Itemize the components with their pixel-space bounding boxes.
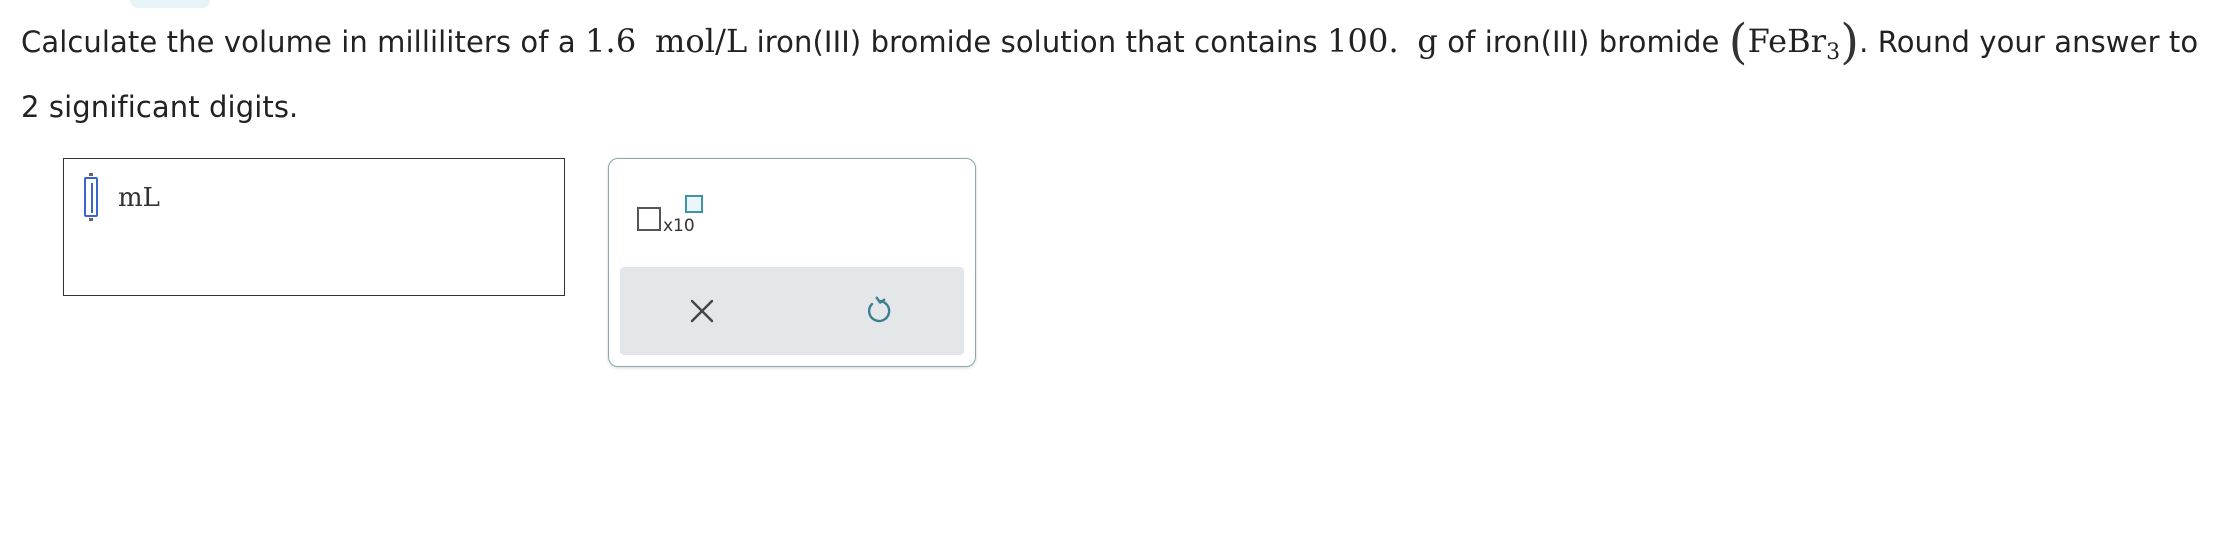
base-box-icon [637,207,661,231]
answer-input-box[interactable]: mL [63,158,565,296]
undo-icon [867,296,891,323]
top-tab-indicator [130,0,210,8]
question-text: Calculate the volume in milliliters of a… [21,14,2211,134]
close-icon [690,299,714,323]
answer-unit-label: mL [118,183,160,213]
question-part: Calculate the volume in milliliters of a [21,25,586,59]
scientific-notation-button[interactable]: x10 [637,195,707,245]
action-bar [620,267,964,355]
paren-close: ) [1840,14,1860,70]
answer-input-slot[interactable] [84,173,98,221]
paren-open: ( [1728,14,1748,70]
x10-label: x10 [663,216,695,236]
mass-unit: g [1417,22,1438,60]
exponent-box-icon [685,195,703,213]
formula-subscript: 3 [1826,39,1841,65]
mass-value: 100. [1327,22,1399,60]
undo-button[interactable] [857,289,901,333]
concentration-value: 1.6 [585,22,637,60]
formula-base: FeBr [1747,22,1827,60]
math-tool-panel: x10 [608,158,976,367]
clear-button[interactable] [680,289,724,333]
text-cursor [91,183,93,213]
question-part: iron(III) bromide solution that contains [747,25,1328,59]
question-part: of iron(III) bromide [1437,25,1729,59]
concentration-unit: mol/L [654,22,748,60]
